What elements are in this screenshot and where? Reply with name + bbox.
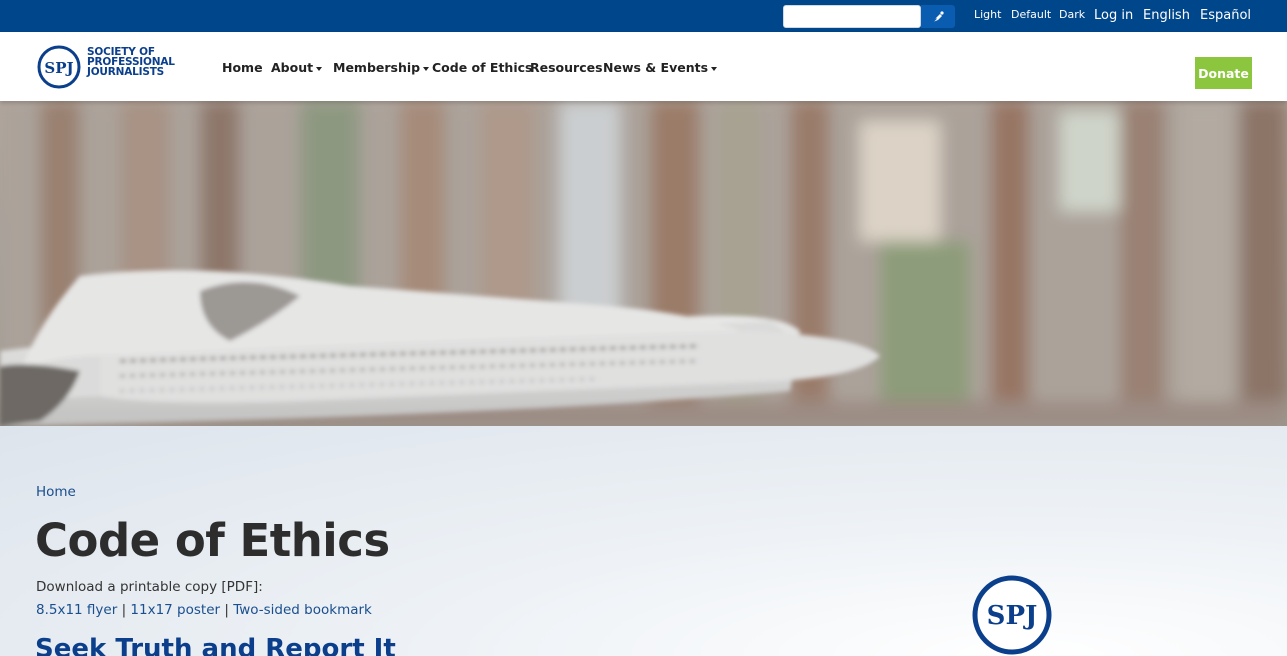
breadcrumb-home[interactable]: Home — [36, 484, 76, 500]
search-input[interactable] — [783, 5, 921, 28]
seal-text: SPJ — [987, 601, 1038, 631]
spj-seal-logo: SPJ — [972, 575, 1052, 655]
flyer-pdf-link[interactable]: 8.5x11 flyer — [36, 602, 117, 618]
newspaper-photo — [0, 101, 1287, 426]
chevron-down-icon — [423, 66, 430, 71]
main-navbar: SPJ SOCIETY OF PROFESSIONAL JOURNALISTS … — [0, 32, 1287, 101]
svg-text:SPJ: SPJ — [44, 59, 73, 77]
chevron-down-icon — [711, 66, 718, 71]
spj-logo[interactable]: SPJ SOCIETY OF PROFESSIONAL JOURNALISTS — [37, 44, 197, 90]
nav-news-events[interactable]: News & Events — [603, 60, 718, 75]
logo-wordmark: SOCIETY OF PROFESSIONAL JOURNALISTS — [87, 47, 175, 78]
nav-membership[interactable]: Membership — [333, 60, 430, 75]
nav-membership-label: Membership — [333, 60, 421, 75]
download-links: 8.5x11 flyer | 11x17 poster | Two-sided … — [36, 602, 372, 618]
theme-default-link[interactable]: Default — [1011, 8, 1051, 21]
bookmark-pdf-link[interactable]: Two-sided bookmark — [233, 602, 372, 618]
login-link[interactable]: Log in — [1094, 8, 1133, 23]
donate-button[interactable]: Donate — [1195, 57, 1252, 89]
language-espanol-link[interactable]: Español — [1200, 8, 1251, 23]
nav-about-label: About — [271, 60, 314, 75]
spj-logo-mark: SPJ — [37, 45, 81, 89]
pen-nib-icon — [932, 10, 944, 22]
nav-resources[interactable]: Resources — [530, 60, 603, 75]
section-heading: Seek Truth and Report It — [35, 634, 396, 656]
nav-home[interactable]: Home — [222, 60, 263, 75]
main-content: Home Code of Ethics Download a printable… — [0, 426, 1287, 656]
language-english-link[interactable]: English — [1143, 8, 1190, 23]
utility-bar: Light Default Dark Log in English Españo… — [0, 0, 1287, 32]
download-label: Download a printable copy [PDF]: — [36, 579, 263, 595]
theme-light-link[interactable]: Light — [974, 8, 1001, 21]
chevron-down-icon — [316, 66, 323, 71]
nav-about[interactable]: About — [271, 60, 323, 75]
search-button[interactable] — [921, 5, 955, 28]
nav-news-events-label: News & Events — [603, 60, 709, 75]
logo-line-3: JOURNALISTS — [87, 66, 165, 78]
poster-pdf-link[interactable]: 11x17 poster — [130, 602, 220, 618]
link-separator: | — [117, 602, 131, 618]
page-title: Code of Ethics — [35, 514, 390, 567]
theme-dark-link[interactable]: Dark — [1059, 8, 1085, 21]
nav-code-of-ethics[interactable]: Code of Ethics — [432, 60, 532, 75]
hero-image — [0, 101, 1287, 426]
link-separator: | — [220, 602, 234, 618]
